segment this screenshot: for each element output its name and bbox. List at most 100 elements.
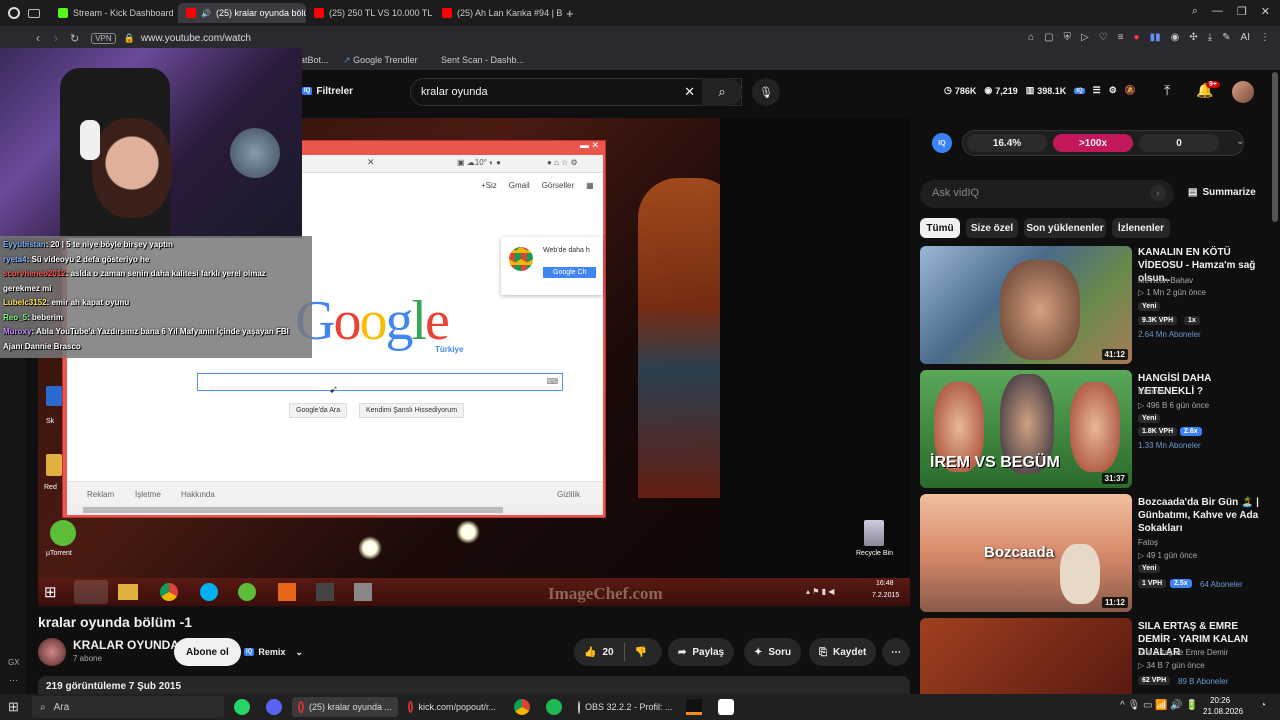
clear-search-icon[interactable]: ✕ xyxy=(684,84,695,100)
taskbar-app-obs[interactable]: OBS 32.2.2 - Profil: ... xyxy=(572,697,676,717)
taskbar-date[interactable]: 21.08.2026 xyxy=(1203,707,1243,716)
search-tabs-icon[interactable]: ⌕ xyxy=(1192,5,1198,18)
vidiq-score-1[interactable]: 16.4% xyxy=(967,134,1047,152)
chart-icon: ▥ xyxy=(1025,85,1035,95)
extension-red-icon[interactable]: ● xyxy=(1134,32,1140,43)
chrome-icon[interactable] xyxy=(514,699,530,715)
channel-name[interactable]: KRALAR OYUNDA xyxy=(73,638,179,652)
play-icon[interactable]: ▷ xyxy=(1081,32,1089,43)
url-field[interactable]: www.youtube.com/watch xyxy=(141,33,251,44)
notifications-tray-icon[interactable]: ◔ xyxy=(1260,700,1266,711)
bell-off-icon[interactable]: 🔕 xyxy=(1125,85,1136,96)
speaker-icon[interactable]: 🔊 xyxy=(201,9,211,18)
subscribe-button[interactable]: Abone ol xyxy=(174,638,241,666)
google-footer: Reklam İşletme Hakkında Gizlilik xyxy=(67,481,603,505)
new-tab-icon[interactable]: + xyxy=(566,6,574,21)
wallet-icon[interactable]: ◉ xyxy=(1171,32,1180,43)
chip-watched[interactable]: İzlenenler xyxy=(1112,218,1170,238)
recommendation-card[interactable]: 41:12 KANALIN EN KÖTÜ VİDEOSU - Hamza'm … xyxy=(920,246,1260,364)
home-star-settings-icons: ● ⌂ ☆ ⚙ xyxy=(547,158,578,167)
settings-icon[interactable]: ⚙ xyxy=(1109,85,1117,96)
search-input[interactable]: kralar oyunda ✕ xyxy=(410,78,742,106)
page-scrollbar[interactable] xyxy=(1272,72,1278,222)
bookmark-page-icon[interactable]: ⌂ xyxy=(1028,32,1034,43)
remix-button[interactable]: IQ Remix ⌄ xyxy=(244,643,303,661)
forward-icon[interactable]: › xyxy=(54,31,58,45)
clock-icon: ◷ xyxy=(944,85,952,95)
tab-label: (25) 250 TL VS 10.000 TL xyxy=(329,8,433,18)
taskbar-time[interactable]: 20:26 xyxy=(1210,696,1230,705)
search-button[interactable]: ⌕ xyxy=(702,78,742,106)
recommendation-card[interactable]: İREM VS BEGÜM 31:37 HANGİSİ DAHA YETENEK… xyxy=(920,370,1260,488)
more-actions-button[interactable]: ⋯ xyxy=(882,638,910,666)
opera-logo-icon[interactable] xyxy=(8,7,20,19)
share-button[interactable]: ➦ Paylaş xyxy=(668,638,735,666)
back-icon[interactable]: ‹ xyxy=(36,31,40,45)
menu-icon[interactable]: ≡ xyxy=(1118,32,1124,43)
tab-250tl[interactable]: (25) 250 TL VS 10.000 TL xyxy=(306,3,434,23)
avatar[interactable] xyxy=(1232,81,1254,103)
ai-button[interactable]: AI xyxy=(1241,32,1250,43)
ask-vidiq-input[interactable]: Ask vidIQ › xyxy=(920,180,1174,208)
close-window-icon[interactable]: ✕ xyxy=(1261,5,1270,18)
mouse-cursor-icon: ➹ xyxy=(329,384,339,396)
like-icon[interactable]: 👍 xyxy=(584,647,596,658)
taskbar-app-opera-youtube[interactable]: (25) kralar oyunda ... xyxy=(292,697,398,717)
search-value: kralar oyunda xyxy=(421,86,488,98)
vidiq-score-2[interactable]: >100x xyxy=(1053,134,1133,152)
workspaces-icon[interactable] xyxy=(28,8,40,18)
summarize-button[interactable]: ▤ Summarize xyxy=(1188,187,1256,198)
bookmark-sent-scan[interactable]: Sent Scan - Dashb... xyxy=(441,55,524,65)
vpn-badge[interactable]: VPN xyxy=(91,32,116,44)
bookmark-google-trends[interactable]: ↗ Google Trendler xyxy=(343,55,418,66)
recommendation-card[interactable]: SILA ERTAŞ & EMRE DEMİR - YARIM KALAN DU… xyxy=(920,618,1260,694)
reload-icon[interactable]: ↻ xyxy=(70,32,79,45)
chip-for-you[interactable]: Size özel xyxy=(966,218,1018,238)
windows-start-icon[interactable]: ⊞ xyxy=(8,699,19,715)
ask-send-icon[interactable]: › xyxy=(1150,185,1166,201)
vidiq-expand-icon[interactable]: ⌄ xyxy=(1236,136,1244,147)
tab-label: Stream - Kick Dashboard xyxy=(73,8,174,18)
spotify-icon[interactable] xyxy=(546,699,562,715)
snapshot-icon[interactable]: ▢ xyxy=(1044,32,1053,43)
shield-icon[interactable]: ⛨ xyxy=(1064,32,1072,43)
discord-icon[interactable] xyxy=(266,699,282,715)
pin-icon[interactable]: ✎ xyxy=(1222,32,1230,43)
description-box[interactable]: 219 görüntüleme 7 Şub 2015 xyxy=(38,676,910,694)
chip-all[interactable]: Tümü xyxy=(920,218,960,238)
download-icon[interactable]: ⤓ xyxy=(1208,32,1212,43)
save-button[interactable]: ⎘ Kaydet xyxy=(809,638,877,666)
voice-search-button[interactable]: 🎙 xyxy=(752,78,780,106)
vidiq-logo-icon[interactable]: IQ xyxy=(932,133,952,153)
filters-button[interactable]: IQ Filtreler xyxy=(302,79,360,103)
heart-icon[interactable]: ♡ xyxy=(1099,32,1108,43)
maximize-icon[interactable]: ❐ xyxy=(1237,5,1247,18)
gx-label[interactable]: GX xyxy=(8,658,20,667)
tab-kick-dashboard[interactable]: Stream - Kick Dashboard xyxy=(50,3,178,23)
recommendation-card[interactable]: Bozcaada 11:12 Bozcaada'da Bir Gün 🏝️ | … xyxy=(920,494,1260,612)
capcut-icon[interactable] xyxy=(718,699,734,715)
upload-icon[interactable]: ⤒ xyxy=(1164,82,1170,99)
vidiq-ext-icon[interactable]: ▮▮ xyxy=(1150,32,1161,43)
vidiq-score-3[interactable]: 0 xyxy=(1139,134,1219,152)
tray-icons[interactable]: ^ 🎙 ▭ 📶 🔊 🔋 xyxy=(1120,700,1198,711)
taskbar-search[interactable]: ⌕ Ara xyxy=(32,696,224,718)
list-icon[interactable]: ☰ xyxy=(1093,85,1101,96)
puzzle-icon[interactable]: ✣ xyxy=(1189,32,1197,43)
tab-kralar-oyunda[interactable]: 🔊 (25) kralar oyunda bölü xyxy=(178,3,306,23)
app-orange-icon[interactable] xyxy=(686,699,702,715)
video-meta: ▷ 1 Mn 2 gün önce xyxy=(1138,288,1206,297)
bookmark-chatbot[interactable]: atBot... xyxy=(300,55,329,65)
whatsapp-icon[interactable] xyxy=(234,699,250,715)
more-icon[interactable]: ⋮ xyxy=(1260,32,1270,43)
taskbar-app-opera-kick[interactable]: kick.com/popout/r... xyxy=(402,697,502,717)
sidebar-more-icon[interactable]: ⋯ xyxy=(9,675,18,686)
channel-avatar[interactable] xyxy=(38,638,66,666)
dislike-icon[interactable]: 👎 xyxy=(635,647,647,658)
minimize-icon[interactable]: — xyxy=(1212,5,1223,18)
chip-recent[interactable]: Son yüklenenler xyxy=(1024,218,1106,238)
vidiq-small-icon[interactable]: IQ xyxy=(1074,87,1085,94)
tab-ah-lan-kanka[interactable]: (25) Ah Lan Kanka #94 | B xyxy=(434,3,562,23)
ask-button[interactable]: ✦ Soru xyxy=(744,638,802,666)
like-dislike-group: 👍 20 👎 xyxy=(574,638,662,666)
